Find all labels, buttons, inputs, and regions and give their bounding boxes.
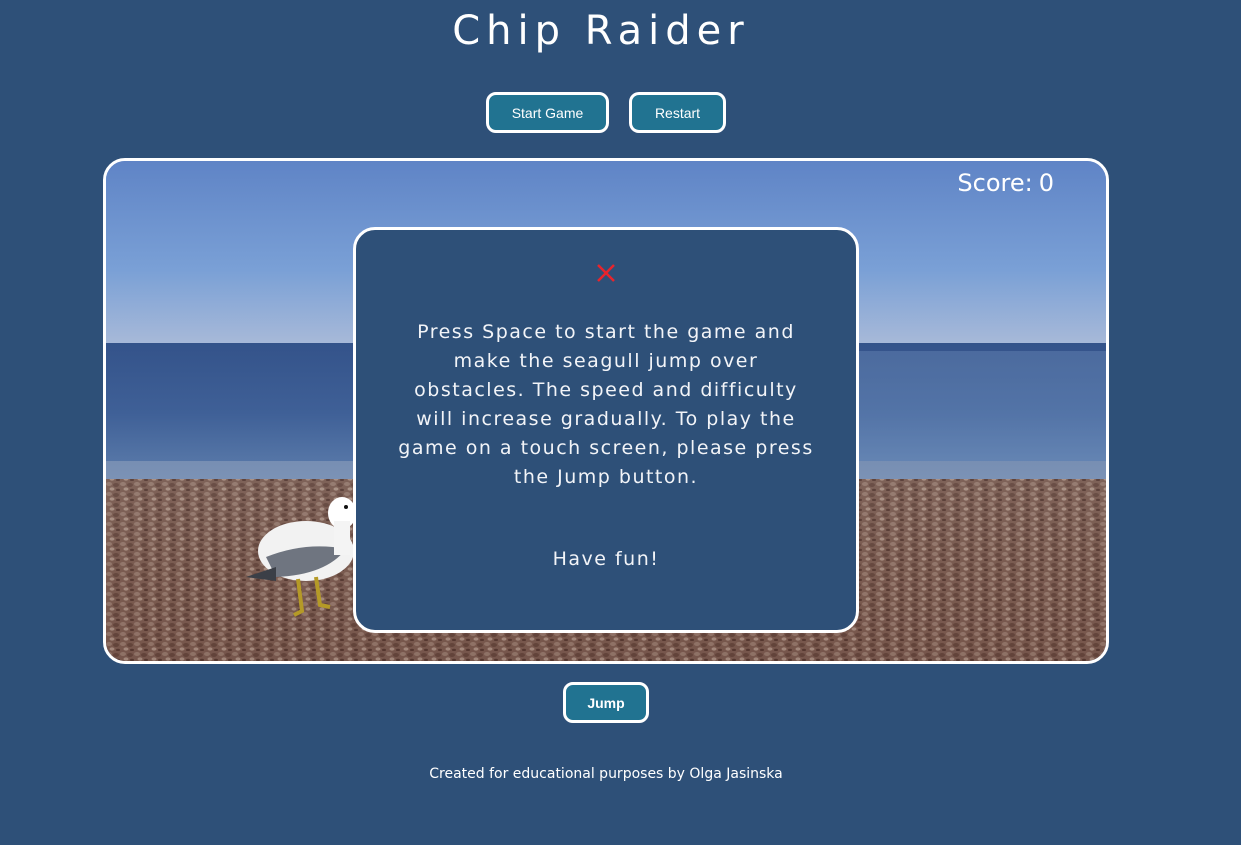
score-label: Score: bbox=[957, 169, 1033, 197]
footer-credit: Created for educational purposes by Olga… bbox=[429, 766, 783, 782]
page-title: Chip Raider bbox=[452, 8, 750, 54]
close-icon[interactable] bbox=[595, 262, 617, 284]
start-game-button[interactable]: Start Game bbox=[486, 92, 609, 133]
instructions-modal: Press Space to start the game and make t… bbox=[353, 227, 859, 633]
restart-button[interactable]: Restart bbox=[629, 92, 726, 133]
score-value: 0 bbox=[1038, 169, 1054, 197]
jump-button[interactable]: Jump bbox=[563, 682, 649, 723]
have-fun-text: Have fun! bbox=[552, 548, 660, 570]
instructions-text: Press Space to start the game and make t… bbox=[398, 321, 814, 488]
page: Chip Raider Start Game Restart Score: 0 … bbox=[0, 0, 1241, 845]
score-display: Score: 0 bbox=[957, 169, 1054, 197]
